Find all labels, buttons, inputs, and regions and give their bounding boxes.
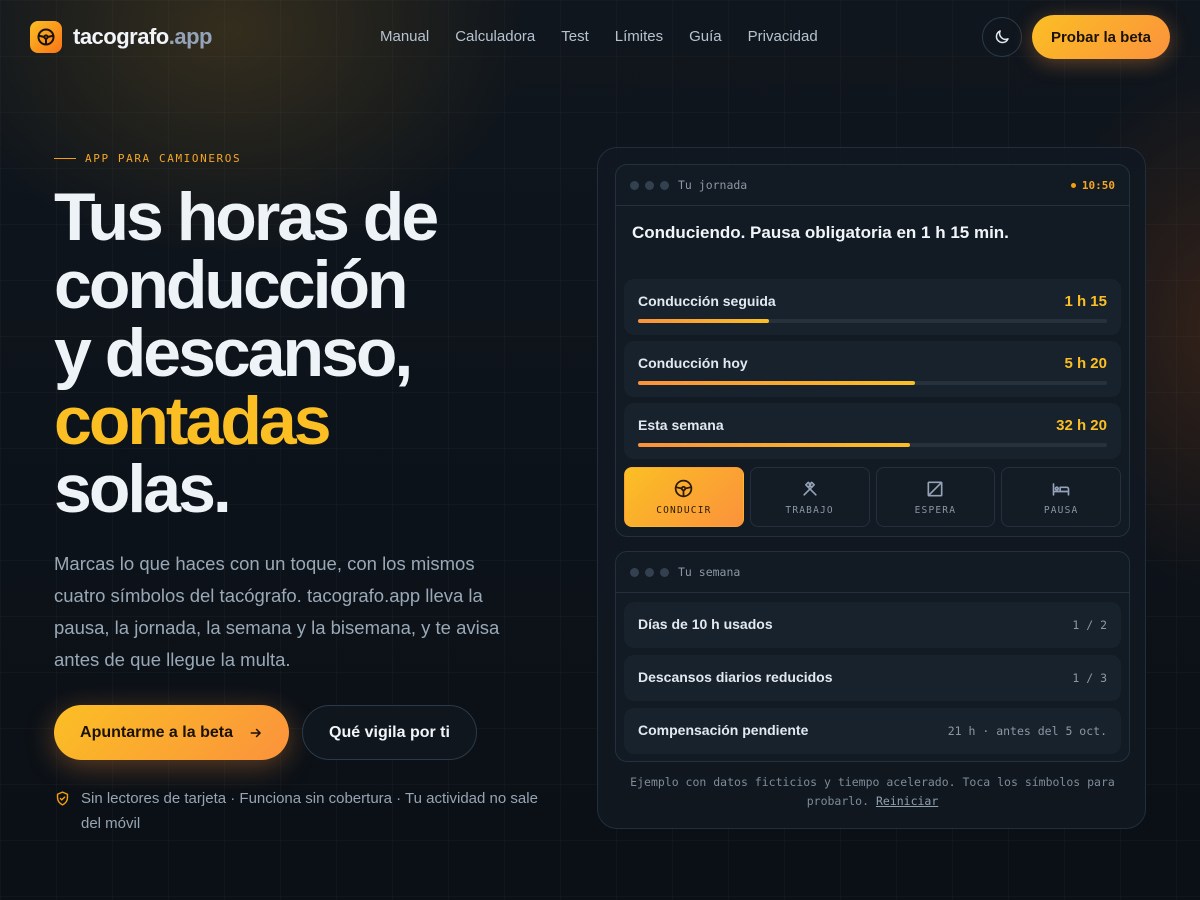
- steering-wheel-icon: [30, 21, 62, 53]
- try-beta-button[interactable]: Probar la beta: [1032, 15, 1170, 59]
- mode-label: TRABAJO: [785, 504, 834, 516]
- arrow-right-icon: [250, 728, 261, 737]
- footnote-text: Ejemplo con datos ficticios y tiempo ace…: [630, 775, 1115, 808]
- progress-track: [638, 443, 1107, 447]
- eyebrow: APP PARA CAMIONEROS: [54, 152, 241, 165]
- join-beta-button[interactable]: Apuntarme a la beta: [54, 705, 289, 760]
- meter-value: 32 h 20: [1056, 417, 1107, 434]
- mode-label: ESPERA: [914, 504, 957, 516]
- steering-wheel-icon: [675, 479, 693, 498]
- mode-drive-button[interactable]: CONDUCIR: [624, 467, 744, 527]
- nav-item-test[interactable]: Test: [561, 28, 589, 45]
- main-nav: Manual Calculadora Test Límites Guía Pri…: [380, 28, 818, 45]
- join-beta-label: Apuntarme a la beta: [80, 723, 233, 741]
- week-card: Tu semana Días de 10 h usados 1 / 2 Desc…: [615, 551, 1130, 762]
- progress-track: [638, 319, 1107, 323]
- mode-work-button[interactable]: TRABAJO: [749, 467, 870, 527]
- theme-toggle-button[interactable]: [982, 17, 1022, 57]
- meter-value: 1 h 15: [1064, 293, 1107, 310]
- window-dots: [630, 567, 669, 577]
- meter-label: Conducción seguida: [638, 293, 776, 309]
- meter-label: Esta semana: [638, 417, 724, 433]
- brand-name: tacografo.app: [73, 24, 212, 49]
- meter-continuous-driving: Conducción seguida 1 h 15: [624, 279, 1121, 335]
- shield-check-icon: [56, 791, 69, 806]
- hammers-icon: [802, 481, 817, 496]
- mode-label: CONDUCIR: [656, 505, 712, 516]
- row-value: 1 / 2: [1072, 618, 1107, 632]
- week-card-title: Tu semana: [678, 565, 741, 579]
- meter-this-week: Esta semana 32 h 20: [624, 403, 1121, 459]
- live-dot: [1070, 182, 1076, 188]
- row-label: Compensación pendiente: [638, 722, 809, 738]
- trust-text: Sin lectores de tarjeta · Funciona sin c…: [81, 790, 538, 832]
- row-label: Descansos diarios reducidos: [638, 669, 833, 685]
- day-card-title: Tu jornada: [678, 178, 748, 192]
- hero-description: Marcas lo que haces con un toque, con lo…: [54, 553, 500, 670]
- meter-driving-today: Conducción hoy 5 h 20: [624, 341, 1121, 397]
- trust-note: Sin lectores de tarjeta · Funciona sin c…: [54, 786, 554, 836]
- nav-item-privacidad[interactable]: Privacidad: [748, 28, 818, 45]
- clock: 10:50: [1070, 179, 1115, 192]
- week-card-header: Tu semana: [616, 552, 1129, 593]
- row-value: 1 / 3: [1072, 671, 1107, 685]
- headline-line-1: Tus horas de: [54, 179, 439, 255]
- moon-icon: [995, 30, 1009, 44]
- demo-footnote: Ejemplo con datos ficticios y tiempo ace…: [598, 773, 1147, 811]
- mode-wait-button[interactable]: ESPERA: [875, 467, 996, 527]
- headline-line-5: solas.: [54, 451, 232, 527]
- list-item: Descansos diarios reducidos 1 / 3: [624, 655, 1121, 701]
- meter-value: 5 h 20: [1064, 355, 1107, 372]
- headline-line-3: y descanso,: [54, 315, 413, 391]
- row-value: 21 h · antes del 5 oct.: [947, 724, 1107, 738]
- nav-item-limites[interactable]: Límites: [615, 28, 663, 45]
- progress-track: [638, 381, 1107, 385]
- day-card: Tu jornada 10:50 Conduciendo. Pausa obli…: [615, 164, 1130, 537]
- demo-panel: Tu jornada 10:50 Conduciendo. Pausa obli…: [597, 147, 1146, 829]
- list-item: Compensación pendiente 21 h · antes del …: [624, 708, 1121, 754]
- nav-item-guia[interactable]: Guía: [689, 28, 722, 45]
- brand-logo[interactable]: tacografo.app: [30, 21, 212, 53]
- nav-item-calculadora[interactable]: Calculadora: [455, 28, 535, 45]
- availability-icon: [927, 481, 943, 496]
- driving-status: Conduciendo. Pausa obligatoria en 1 h 15…: [632, 223, 1009, 242]
- page-title: Tus horas de conducción y descanso, cont…: [54, 183, 574, 523]
- day-card-header: Tu jornada 10:50: [616, 165, 1129, 206]
- progress-fill: [638, 381, 915, 385]
- mode-break-button[interactable]: PAUSA: [1001, 467, 1121, 527]
- headline-line-2: conducción: [54, 247, 409, 323]
- progress-fill: [638, 443, 911, 447]
- list-item: Días de 10 h usados 1 / 2: [624, 602, 1121, 648]
- bed-icon: [1052, 482, 1070, 496]
- eyebrow-line: [54, 158, 76, 159]
- eyebrow-text: APP PARA CAMIONEROS: [85, 152, 242, 165]
- what-it-watches-button[interactable]: Qué vigila por ti: [302, 705, 477, 760]
- window-dots: [630, 180, 669, 190]
- headline-accent: contadas: [54, 383, 332, 459]
- meter-label: Conducción hoy: [638, 355, 748, 371]
- row-label: Días de 10 h usados: [638, 616, 773, 632]
- activity-modes: CONDUCIR TRABAJO ESPERA PAUSA: [624, 467, 1121, 527]
- mode-label: PAUSA: [1043, 504, 1079, 516]
- nav-item-manual[interactable]: Manual: [380, 28, 429, 45]
- reset-link[interactable]: Reiniciar: [876, 794, 938, 808]
- progress-fill: [638, 319, 770, 323]
